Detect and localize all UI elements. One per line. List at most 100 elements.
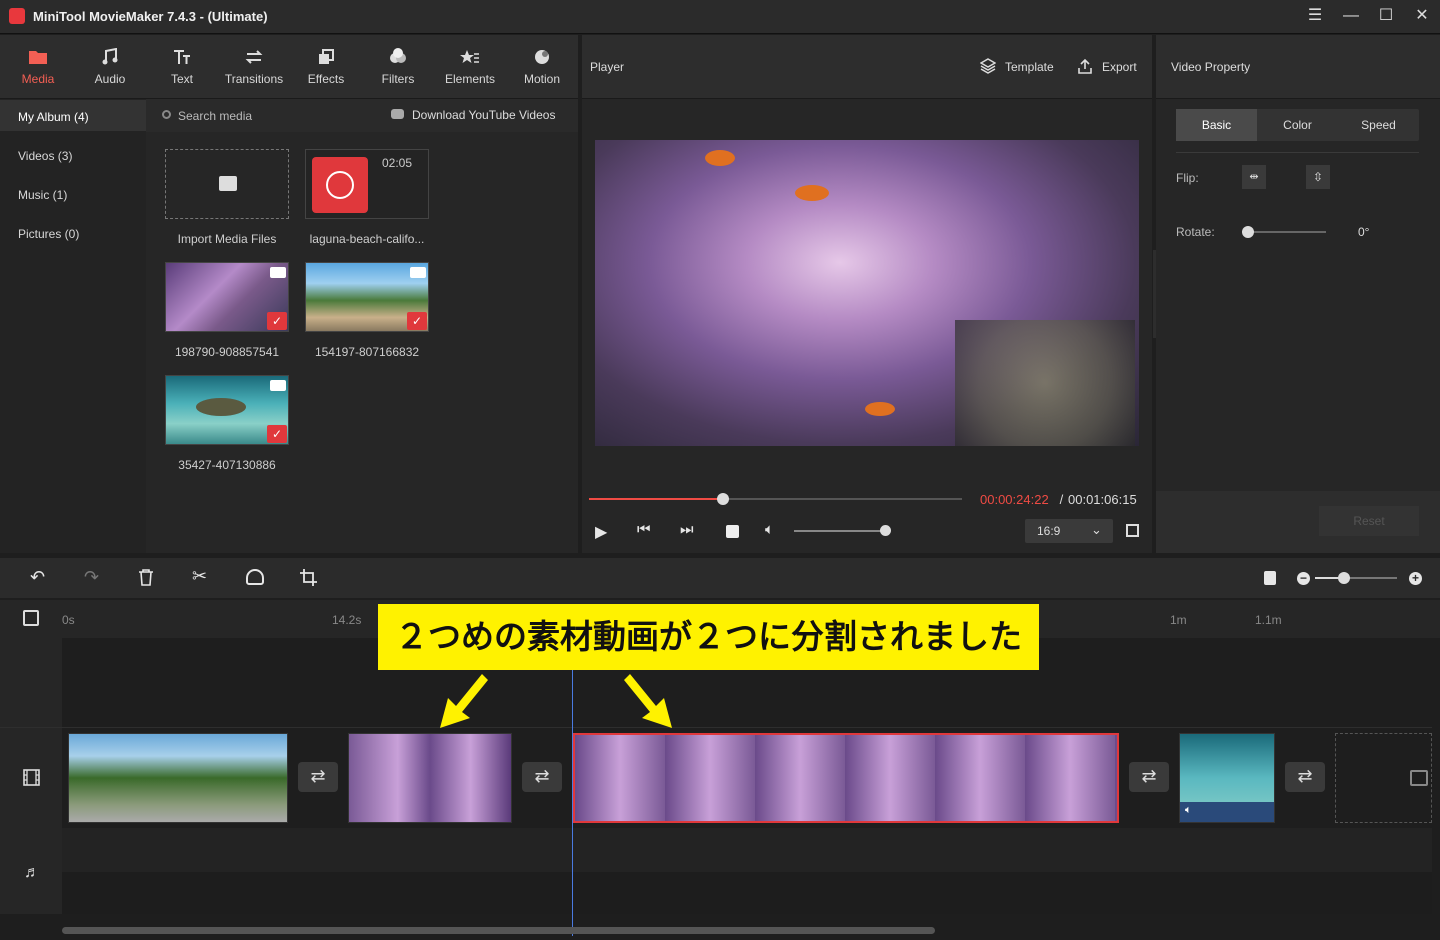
flip-horizontal-icon[interactable]: ⇹ bbox=[1242, 165, 1266, 189]
rotate-handle[interactable] bbox=[1242, 226, 1254, 238]
property-header: Video Property bbox=[1156, 35, 1440, 99]
music-track-lower[interactable] bbox=[62, 872, 1432, 914]
music-file-icon bbox=[312, 157, 368, 213]
template-icon bbox=[980, 58, 996, 74]
check-icon: ✓ bbox=[407, 312, 427, 330]
tool-effects[interactable]: Effects bbox=[290, 35, 362, 99]
tab-speed[interactable]: Speed bbox=[1338, 109, 1419, 141]
download-icon bbox=[391, 109, 404, 119]
rotate-value: 0° bbox=[1358, 225, 1370, 239]
annotation-arrow-icon bbox=[440, 674, 488, 728]
transition-slot[interactable]: ⇄ bbox=[298, 762, 338, 792]
tab-basic[interactable]: Basic bbox=[1176, 109, 1257, 141]
progress-track[interactable] bbox=[589, 493, 962, 505]
stop-button[interactable] bbox=[726, 525, 739, 538]
volume-handle[interactable] bbox=[880, 525, 892, 536]
tool-audio[interactable]: Audio bbox=[74, 35, 146, 99]
clownfish-shape bbox=[795, 185, 829, 201]
flip-vertical-icon[interactable]: ⇳ bbox=[1306, 165, 1330, 189]
add-track-icon[interactable] bbox=[23, 610, 39, 626]
video-badge-icon bbox=[410, 267, 426, 278]
import-media-button[interactable] bbox=[165, 149, 289, 219]
divider bbox=[0, 727, 1432, 728]
video-media-label: 198790-908857541 bbox=[174, 345, 280, 359]
delete-icon[interactable] bbox=[138, 569, 154, 586]
tool-media[interactable]: Media bbox=[2, 35, 74, 99]
progress-handle[interactable] bbox=[717, 493, 730, 505]
ruler-label: 1.1m bbox=[1255, 613, 1282, 627]
tool-label: Text bbox=[170, 72, 193, 86]
tool-filters[interactable]: Filters bbox=[362, 35, 434, 99]
video-track-icon bbox=[23, 769, 40, 786]
title-bar: MiniTool MovieMaker 7.4.3 - (Ultimate) ☰… bbox=[0, 0, 1440, 34]
fit-timeline-icon[interactable] bbox=[1264, 571, 1276, 585]
flip-label: Flip: bbox=[1176, 171, 1199, 185]
volume-slider[interactable] bbox=[794, 525, 892, 536]
close-button[interactable]: ✕ bbox=[1410, 6, 1434, 28]
template-button[interactable]: Template bbox=[1005, 60, 1054, 74]
export-button[interactable]: Export bbox=[1102, 60, 1137, 74]
music-track[interactable] bbox=[62, 828, 1432, 872]
playhead[interactable] bbox=[572, 670, 573, 936]
fullscreen-icon[interactable] bbox=[1126, 524, 1139, 537]
drop-media-slot[interactable] bbox=[1335, 733, 1432, 823]
rotate-slider[interactable] bbox=[1242, 226, 1326, 238]
timeline-clip-turtle[interactable]: 🔈︎ bbox=[1179, 733, 1275, 823]
play-button[interactable]: ▶ bbox=[595, 522, 607, 542]
property-title: Video Property bbox=[1171, 60, 1251, 74]
zoom-out-icon[interactable]: − bbox=[1297, 572, 1310, 585]
undo-icon[interactable]: ↶ bbox=[30, 567, 45, 588]
zoom-handle[interactable] bbox=[1337, 572, 1350, 584]
horizontal-scrollbar[interactable] bbox=[62, 927, 935, 934]
tool-elements[interactable]: Elements bbox=[434, 35, 506, 99]
search-icon bbox=[162, 110, 171, 119]
sidebar-item-my-album[interactable]: My Album (4) bbox=[0, 100, 146, 131]
volume-icon[interactable]: 🔈︎ bbox=[765, 521, 774, 538]
download-youtube-button[interactable]: Download YouTube Videos bbox=[412, 108, 555, 122]
zoom-in-icon[interactable]: + bbox=[1409, 572, 1422, 585]
search-input[interactable]: Search media bbox=[178, 109, 252, 123]
tool-transitions[interactable]: Transitions bbox=[218, 35, 290, 99]
redo-icon[interactable]: ↷ bbox=[84, 567, 99, 588]
video-media-item-3[interactable]: ✓ bbox=[165, 375, 289, 445]
split-scissors-icon[interactable]: ✂ bbox=[192, 566, 207, 587]
tool-text[interactable]: Text bbox=[146, 35, 218, 99]
progress-fill bbox=[589, 498, 724, 500]
reset-button[interactable]: Reset bbox=[1319, 506, 1419, 536]
tab-color[interactable]: Color bbox=[1257, 109, 1338, 141]
transition-slot[interactable]: ⇄ bbox=[522, 762, 562, 792]
tool-label: Filters bbox=[381, 72, 415, 86]
aspect-ratio-value: 16:9 bbox=[1037, 524, 1061, 538]
transition-slot[interactable]: ⇄ bbox=[1285, 762, 1325, 792]
minimize-button[interactable]: — bbox=[1339, 6, 1363, 28]
clownfish-shape bbox=[865, 402, 895, 416]
timeline-clip-beach[interactable] bbox=[68, 733, 288, 823]
tool-label: Effects bbox=[307, 72, 345, 86]
zoom-slider[interactable] bbox=[1315, 572, 1397, 584]
video-media-item-2[interactable]: ✓ bbox=[305, 262, 429, 332]
timeline-clip-anemone-part2[interactable] bbox=[573, 733, 1119, 823]
next-frame-button[interactable]: ⏭ bbox=[680, 521, 694, 538]
tool-motion[interactable]: Motion bbox=[506, 35, 578, 99]
timeline-tracks: ♬ ⇄ ⇄ ⇄ 🔈︎ ⇄ bbox=[0, 638, 1440, 938]
maximize-button[interactable]: ☐ bbox=[1374, 6, 1398, 28]
ruler-label: 1m bbox=[1170, 613, 1187, 627]
aspect-ratio-select[interactable]: 16:9 ⌄ bbox=[1025, 519, 1113, 543]
video-media-label: 154197-807166832 bbox=[314, 345, 420, 359]
sidebar-item-pictures[interactable]: Pictures (0) bbox=[0, 217, 146, 248]
search-bar: Search media Download YouTube Videos bbox=[146, 99, 578, 132]
audio-media-item[interactable]: 02:05 bbox=[305, 149, 429, 219]
library-toolbar: Media Audio Text Transitions Effects Fil… bbox=[0, 35, 578, 99]
sidebar-item-videos[interactable]: Videos (3) bbox=[0, 139, 146, 170]
timeline-clip-anemone-part1[interactable] bbox=[348, 733, 512, 823]
audio-media-label: laguna-beach-califo... bbox=[309, 232, 425, 246]
previous-frame-button[interactable]: ⏮ bbox=[637, 521, 651, 538]
video-media-item-1[interactable]: ✓ bbox=[165, 262, 289, 332]
time-total: 00:01:06:15 bbox=[1068, 492, 1137, 507]
video-preview[interactable] bbox=[595, 140, 1139, 446]
menu-icon[interactable]: ☰ bbox=[1303, 6, 1327, 28]
sidebar-item-music[interactable]: Music (1) bbox=[0, 178, 146, 209]
transition-slot[interactable]: ⇄ bbox=[1129, 762, 1169, 792]
crop-icon[interactable] bbox=[300, 569, 317, 586]
speed-icon[interactable] bbox=[246, 569, 264, 585]
